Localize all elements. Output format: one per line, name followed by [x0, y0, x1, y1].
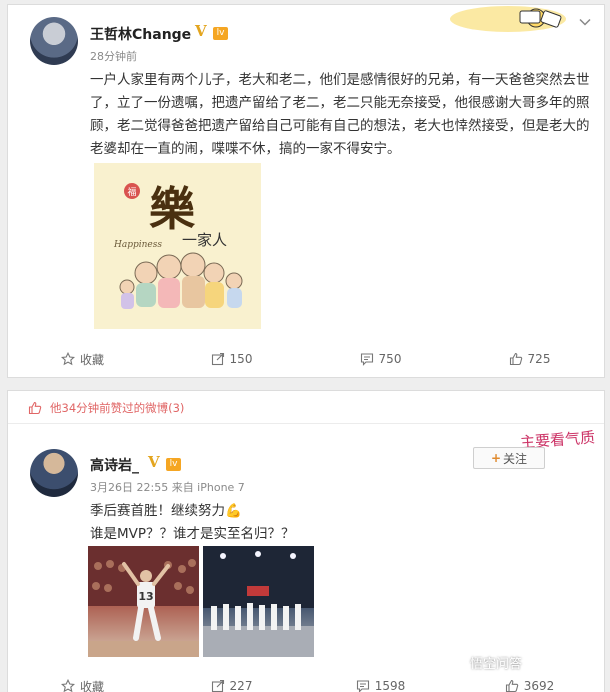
team-lineup-photo [203, 546, 314, 657]
chevron-down-icon[interactable] [578, 15, 592, 29]
repost-button[interactable]: 227 [157, 673, 306, 692]
verified-badge: V [148, 453, 160, 471]
basketball-player-photo: 13 [88, 546, 199, 657]
weibo-post-1: 王哲林Change V lv 28分钟前 一户人家里有两个儿子，老大和老二，他们… [7, 4, 605, 378]
calligraphy-char: 樂 [149, 182, 196, 236]
follow-button[interactable]: + 关注 [473, 447, 545, 469]
post-text-line-2: 谁是MVP？？谁才是实至名归？？ [90, 526, 295, 542]
thumbs-up-icon [505, 679, 518, 692]
level-badge: lv [166, 458, 181, 471]
happiness-text: Happiness [113, 240, 162, 250]
post-actions: 收藏 150 750 725 [8, 346, 604, 372]
repost-icon [211, 679, 224, 692]
user-avatar[interactable] [30, 449, 78, 497]
like-button[interactable]: 3692 [455, 673, 604, 692]
comment-icon [360, 353, 373, 366]
follow-label: 关注 [503, 451, 528, 466]
like-count: 725 [527, 352, 551, 366]
repost-count: 227 [229, 679, 253, 692]
weibo-post-2: 他34分钟前赞过的微博(3) 主要看气质 高诗岩_ V lv 3月26日 22:… [7, 390, 605, 692]
family-illustration: 福 樂 Happiness 一家人 [94, 163, 261, 329]
star-icon [60, 679, 75, 692]
liked-banner-text: 他34分钟前赞过的微博(3) [50, 401, 185, 415]
cartoon-sticker-icon [450, 6, 566, 32]
favorite-button[interactable]: 收藏 [8, 673, 157, 692]
watermark-text: 悟空问答 [470, 657, 523, 672]
post-text: 一户人家里有两个儿子，老大和老二，他们是感情很好的兄弟，有一天爸爸突然去世了，立… [90, 72, 590, 157]
wukong-logo-icon [452, 655, 466, 670]
comment-count: 1598 [374, 679, 406, 692]
post-time: 28分钟前 [90, 50, 137, 63]
username[interactable]: 高诗岩_ [90, 455, 139, 475]
post-actions: 收藏 227 1598 3692 [8, 673, 604, 692]
watermark: 悟空问答 [452, 653, 522, 672]
like-button[interactable]: 725 [455, 346, 604, 372]
verified-badge: V [195, 22, 207, 40]
comment-button[interactable]: 750 [306, 346, 455, 372]
like-count: 3692 [523, 679, 555, 692]
post-image-2[interactable] [203, 546, 314, 657]
repost-button[interactable]: 150 [157, 346, 306, 372]
post-image[interactable]: 福 樂 Happiness 一家人 [94, 163, 261, 329]
star-icon [60, 352, 75, 366]
jersey-number: 13 [138, 590, 153, 603]
favorite-label: 收藏 [79, 679, 104, 692]
liked-banner[interactable]: 他34分钟前赞过的微博(3) [28, 400, 184, 416]
favorite-button[interactable]: 收藏 [8, 346, 157, 372]
comment-button[interactable]: 1598 [306, 673, 455, 692]
family-text: 一家人 [182, 231, 227, 249]
thumbs-up-icon [509, 352, 522, 366]
post-image-1[interactable]: 13 [88, 546, 199, 657]
seal-text: 福 [127, 186, 136, 198]
thumbs-up-icon [28, 401, 42, 415]
comment-icon [356, 680, 369, 692]
post-text-line-1: 季后赛首胜！继续努力💪 [90, 503, 242, 519]
plus-icon: + [490, 451, 502, 465]
post-time: 3月26日 22:55 来自 iPhone 7 [90, 481, 245, 494]
favorite-label: 收藏 [79, 352, 104, 367]
level-badge: lv [213, 27, 228, 40]
repost-icon [211, 352, 224, 366]
comment-count: 750 [378, 352, 402, 366]
user-avatar[interactable] [30, 17, 78, 65]
username[interactable]: 王哲林Change [90, 24, 191, 44]
repost-count: 150 [229, 352, 253, 366]
divider [8, 423, 604, 424]
